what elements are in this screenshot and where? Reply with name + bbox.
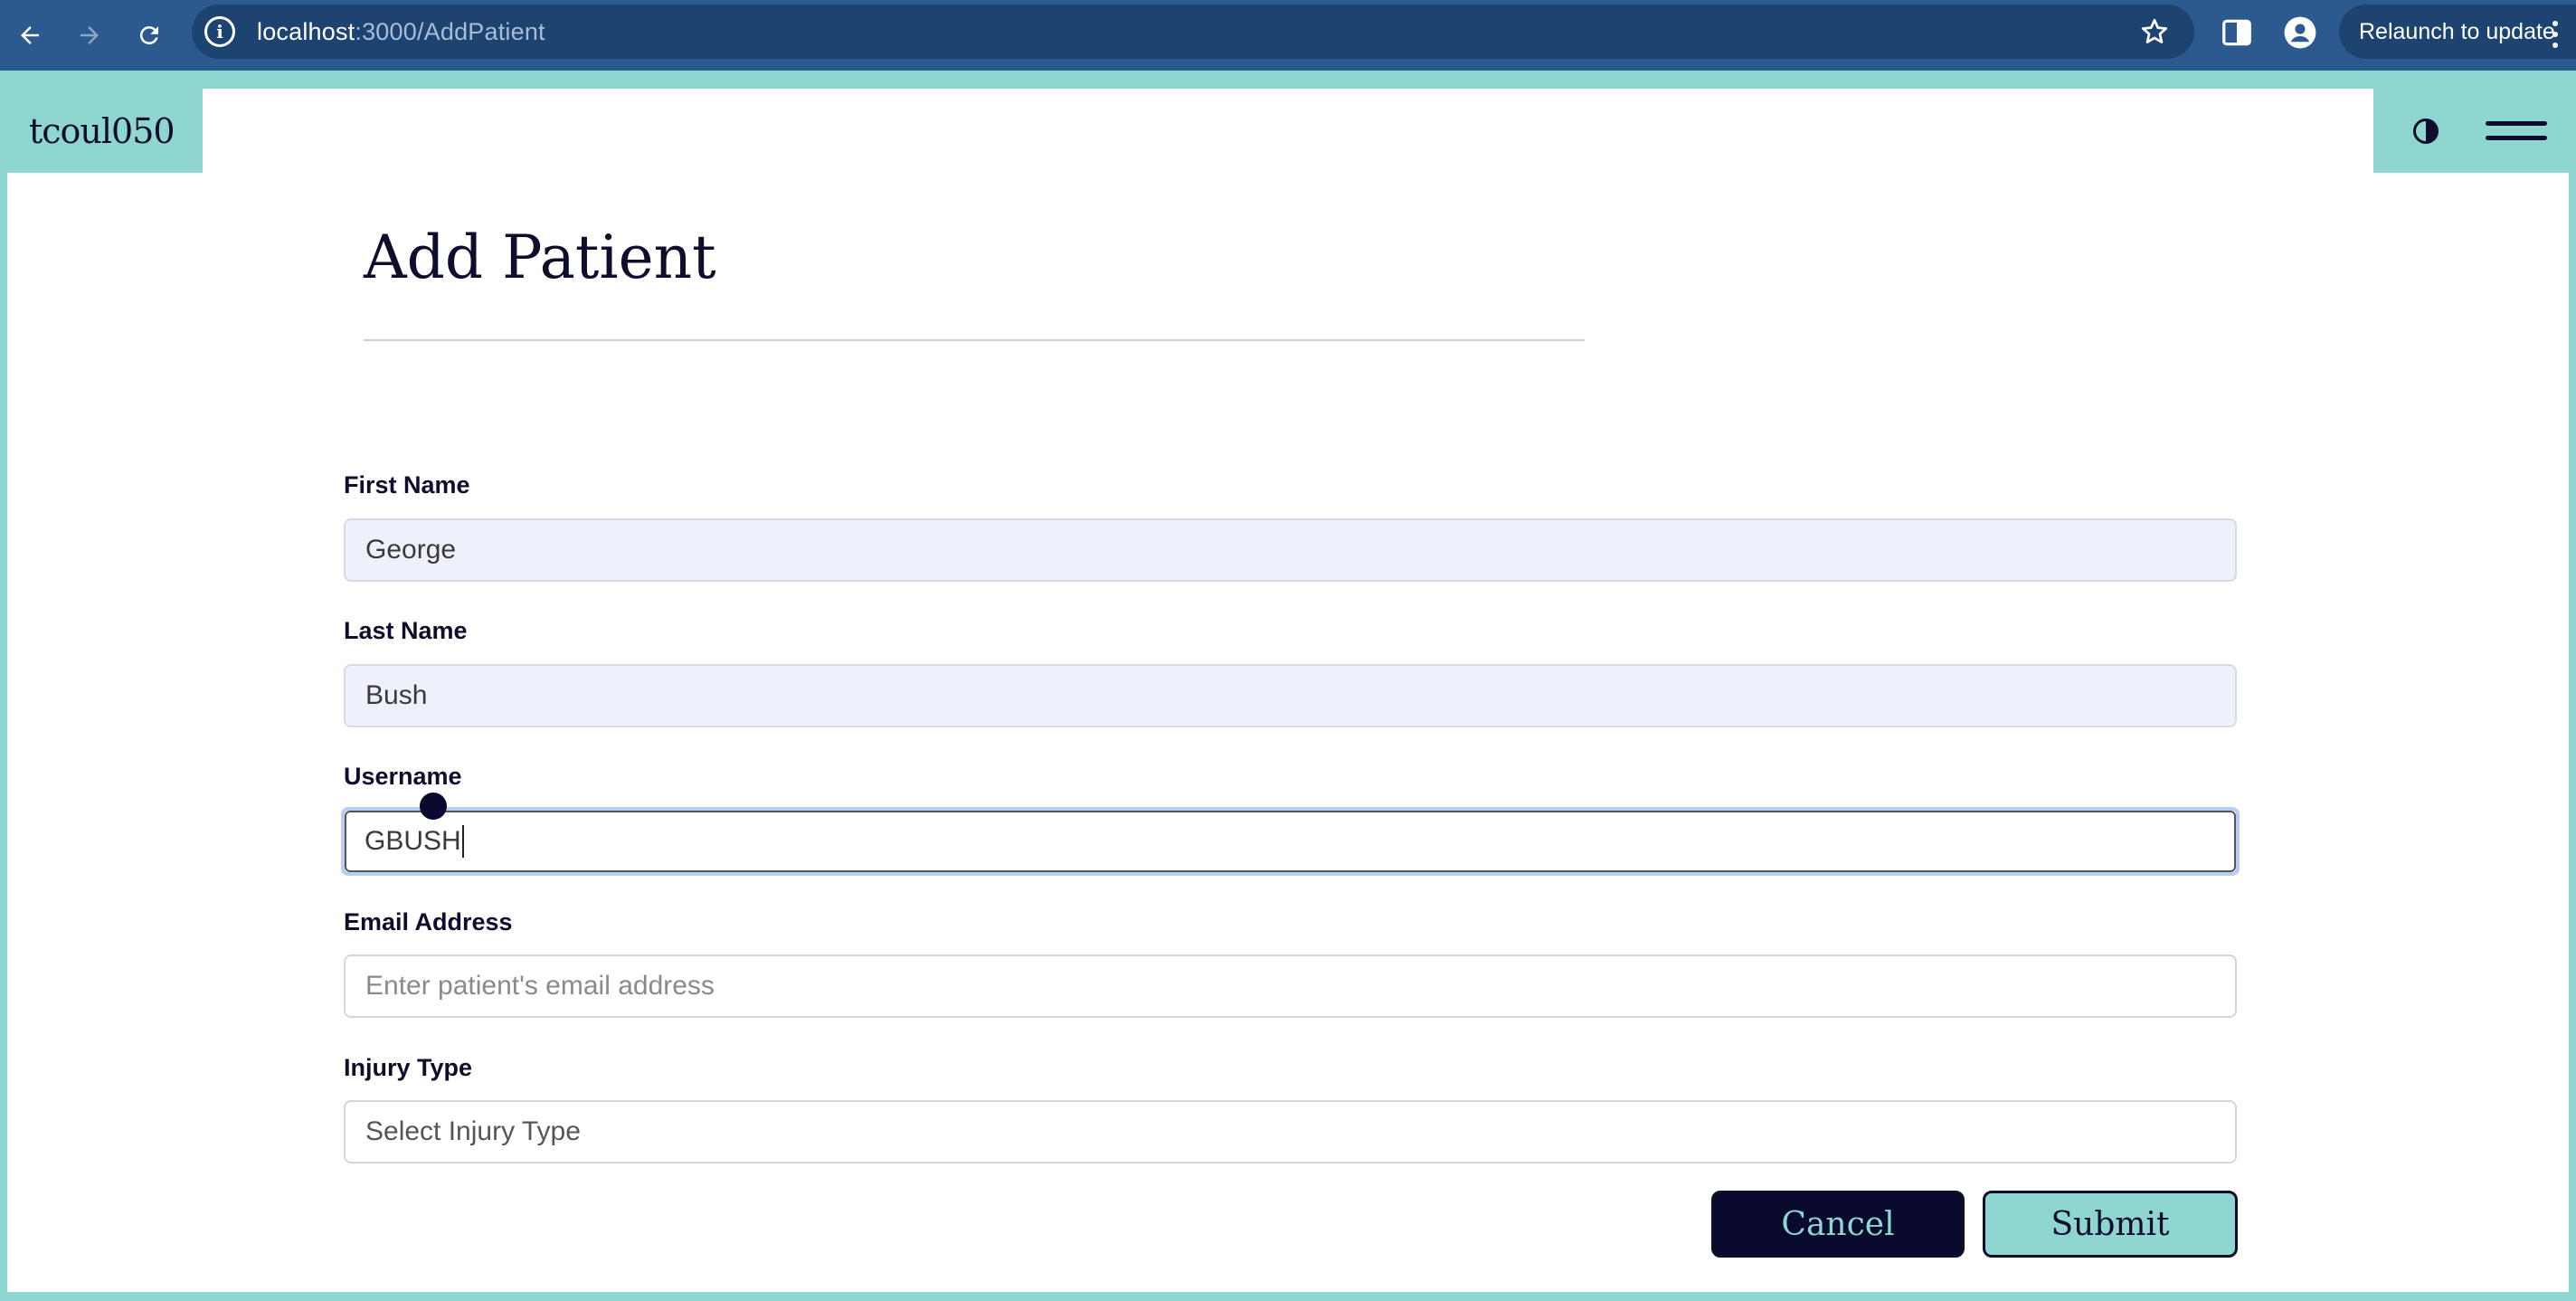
- cancel-button[interactable]: Cancel: [1711, 1191, 1965, 1258]
- injury-type-label: Injury Type: [344, 1054, 473, 1081]
- last-name-value: Bush: [365, 680, 428, 710]
- last-name-label: Last Name: [344, 617, 468, 644]
- mouse-cursor: [420, 793, 447, 820]
- first-name-label: First Name: [344, 471, 470, 499]
- brand-logo[interactable]: tcoul050: [0, 89, 203, 173]
- reload-button[interactable]: [119, 4, 179, 67]
- hamburger-menu-icon[interactable]: [2486, 121, 2547, 141]
- side-panel-icon[interactable]: [2220, 15, 2254, 50]
- address-bar[interactable]: i localhost:3000/AddPatient: [192, 5, 2194, 59]
- reload-icon: [139, 26, 158, 45]
- relaunch-label: Relaunch to update: [2359, 18, 2555, 44]
- page-title: Add Patient: [364, 223, 716, 292]
- bottom-border: [0, 1292, 2576, 1301]
- brand-text: tcoul050: [29, 110, 175, 151]
- username-input[interactable]: GBUSH: [341, 807, 2240, 876]
- forward-button[interactable]: [60, 4, 119, 67]
- submit-button[interactable]: Submit: [1983, 1191, 2238, 1258]
- back-icon: [21, 26, 39, 44]
- last-name-input[interactable]: Bush: [344, 664, 2237, 727]
- email-label: Email Address: [344, 908, 513, 935]
- email-input[interactable]: Enter patient's email address: [344, 954, 2237, 1018]
- contrast-icon[interactable]: [2413, 119, 2439, 144]
- app-frame: [0, 71, 2576, 89]
- injury-type-select[interactable]: Select Injury Type: [344, 1100, 2237, 1163]
- info-icon[interactable]: i: [204, 16, 235, 47]
- username-label: Username: [344, 763, 462, 790]
- star-icon[interactable]: [2138, 15, 2171, 48]
- back-button[interactable]: [0, 4, 60, 67]
- first-name-value: George: [365, 535, 457, 565]
- relaunch-to-update-button[interactable]: Relaunch to update: [2339, 5, 2576, 59]
- header-tools: [2373, 89, 2576, 173]
- kebab-menu-icon[interactable]: [2552, 21, 2558, 48]
- title-divider: [364, 339, 1585, 341]
- first-name-input[interactable]: George: [344, 518, 2237, 582]
- email-placeholder: Enter patient's email address: [365, 971, 715, 1001]
- profile-icon[interactable]: [2283, 15, 2317, 50]
- injury-type-placeholder: Select Injury Type: [365, 1116, 581, 1146]
- forward-icon: [80, 26, 99, 44]
- url-text: localhost:3000/AddPatient: [257, 17, 545, 45]
